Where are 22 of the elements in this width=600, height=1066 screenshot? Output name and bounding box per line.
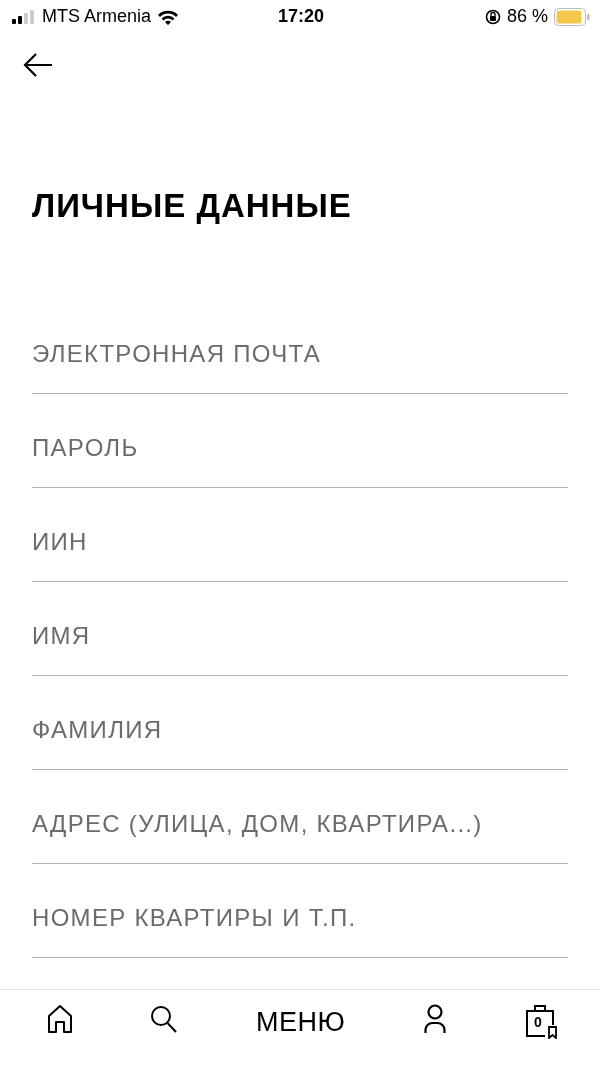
rotation-lock-icon	[485, 8, 501, 25]
input-field[interactable]: ИИН	[32, 521, 568, 582]
battery-icon	[554, 7, 590, 26]
battery-percent: 86 %	[507, 6, 548, 27]
cart-count: 0	[534, 1014, 542, 1030]
menu-button[interactable]: МЕНЮ	[256, 1007, 346, 1038]
wifi-icon	[157, 8, 180, 25]
input-field[interactable]: ФАМИЛИЯ	[32, 709, 568, 770]
page-title: ЛИЧНЫЕ ДАННЫЕ	[32, 186, 353, 226]
input-field[interactable]: ЭЛЕКТРОННАЯ ПОЧТА	[32, 333, 568, 394]
carrier-name: MTS Armenia	[42, 6, 152, 27]
home-icon[interactable]	[47, 1004, 73, 1034]
back-button[interactable]	[22, 51, 54, 79]
input-field[interactable]: АДРЕС (УЛИЦА, ДОМ, КВАРТИРА...)	[32, 803, 568, 864]
input-field[interactable]: ПАРОЛЬ	[32, 427, 568, 488]
profile-icon[interactable]	[424, 1004, 446, 1034]
clock-time: 17:20	[278, 6, 325, 27]
signal-icon	[12, 9, 36, 24]
input-field[interactable]: НОМЕР КВАРТИРЫ И Т.П.	[32, 897, 568, 958]
input-field[interactable]: ИМЯ	[32, 615, 568, 676]
cart-button[interactable]: 0	[525, 1003, 559, 1039]
search-icon[interactable]	[150, 1004, 178, 1034]
